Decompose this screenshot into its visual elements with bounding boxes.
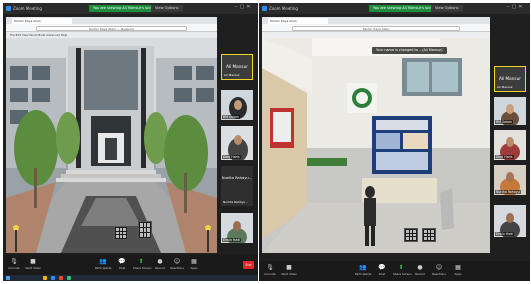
video-camera-icon: ■ (30, 258, 36, 265)
video-camera-icon: ■ (286, 264, 292, 271)
participants-button[interactable]: 👥 Participants (355, 264, 371, 276)
window-controls[interactable]: –▢✕ (235, 4, 252, 10)
video-button[interactable]: ■ Start Video (25, 258, 41, 270)
address-field[interactable]: Kantor Kaya Alam (292, 25, 460, 31)
address-field[interactable]: Kantor Kaya Alam — Jayapura (36, 25, 187, 31)
qr-marker (114, 226, 128, 240)
app-taskbar-icon[interactable] (67, 276, 71, 280)
record-icon: ● (157, 258, 163, 265)
chat-button[interactable]: 💬 Chat (374, 264, 390, 276)
title-bar: Zoom Meeting You are viewing Ali Mansur'… (259, 3, 530, 14)
participant-tile[interactable]: Erwin Hadi (494, 205, 526, 237)
name-change-notice: Your name is changed to ...(Ali Mansur) (372, 47, 447, 54)
zoom-app-icon (6, 6, 11, 11)
participant-tile[interactable]: Nurlita Rahayu... Nurlita Rahayu... (221, 166, 253, 206)
share-screen-button[interactable]: ⬆ Share Screen (393, 264, 412, 276)
share-screen-icon: ⬆ (398, 264, 404, 271)
microphone-icon: 🎙 (266, 264, 274, 271)
chat-button[interactable]: 💬 Chat (114, 258, 130, 270)
smile-icon: ☺ (173, 258, 181, 265)
participant-tile[interactable]: RM Salam (221, 90, 253, 120)
zoom-window-right: Zoom Meeting You are viewing Ali Mansur'… (259, 3, 530, 281)
zoom-taskbar-icon[interactable] (51, 276, 55, 280)
share-screen-icon: ⬆ (138, 258, 144, 265)
interior-gallery-render (262, 38, 490, 253)
record-icon: ● (417, 264, 423, 271)
qr-marker (422, 228, 436, 242)
window-title: Zoom Meeting (269, 6, 298, 11)
view-options-button[interactable]: View Options (431, 5, 463, 12)
video-button[interactable]: ■ Start Video (281, 264, 297, 276)
reactions-button[interactable]: ☺ Reactions (169, 258, 185, 270)
virtual-world-scene[interactable] (6, 38, 217, 253)
record-button[interactable]: ● Record (152, 258, 168, 270)
browser-address-bar: Kantor Kaya Alam (262, 24, 490, 32)
apps-grid-icon: ▦ (455, 264, 461, 271)
zoom-window-left: Zoom Meeting You are viewing Ali Mansur'… (3, 3, 258, 281)
people-icon: 👥 (99, 258, 107, 265)
participant-tile[interactable]: Ali Mansur Ali Mansur (221, 54, 253, 80)
meeting-toolbar: 🎙 Unmute ■ Start Video 👥 Participants 💬 … (3, 255, 258, 275)
participant-tile[interactable]: RM Salam (494, 97, 526, 125)
participant-tile[interactable]: Nurlita Rahayu (494, 165, 526, 195)
windows-start-icon[interactable] (6, 276, 10, 280)
browser-address-bar: Kantor Kaya Alam — Jayapura (6, 24, 217, 32)
view-options-button[interactable]: View Options (151, 5, 183, 12)
participant-tile[interactable]: Ali Mansur Ali Mansur (494, 66, 526, 92)
apps-button[interactable]: ▦ Apps (186, 258, 202, 270)
microphone-icon: 🎙 (10, 258, 18, 265)
participants-button[interactable]: 👥 Participants (95, 258, 111, 270)
virtual-world-scene[interactable] (262, 38, 490, 253)
reactions-button[interactable]: ☺ Reactions (431, 264, 447, 276)
zoom-app-icon (262, 6, 267, 11)
end-meeting-button[interactable]: End (243, 261, 254, 269)
shared-screen[interactable]: Kantor Kaya Alam Kantor Kaya Alam — Jaya… (6, 17, 217, 253)
participant-tile[interactable]: Dodi Haris (494, 130, 526, 160)
qr-marker (138, 221, 152, 239)
apps-button[interactable]: ▦ Apps (450, 264, 466, 276)
window-title: Zoom Meeting (13, 6, 42, 11)
share-screen-button[interactable]: ⬆ Share Screen (133, 258, 152, 270)
browser-tab-strip: Kantor Kaya Alam (262, 17, 490, 24)
qr-marker (404, 228, 418, 242)
participant-tile[interactable]: Dodi Haris (221, 126, 253, 160)
windows-taskbar (3, 275, 258, 281)
browser-tab-strip: Kantor Kaya Alam (6, 17, 217, 24)
participant-tile[interactable]: Erwin Hadi (221, 213, 253, 243)
chat-bubble-icon: 💬 (118, 258, 126, 265)
building-plaza-render (6, 38, 217, 253)
mute-button[interactable]: 🎙 Unmute (6, 258, 22, 270)
people-icon: 👥 (359, 264, 367, 271)
file-explorer-icon[interactable] (43, 276, 47, 280)
title-bar: Zoom Meeting You are viewing Ali Mansur'… (3, 3, 258, 14)
apps-grid-icon: ▦ (191, 258, 197, 265)
mute-button[interactable]: 🎙 Unmute (262, 264, 278, 276)
window-controls[interactable]: –▢✕ (507, 4, 524, 10)
smile-icon: ☺ (435, 264, 443, 271)
chat-bubble-icon: 💬 (378, 264, 386, 271)
shared-screen[interactable]: Kantor Kaya Alam Kantor Kaya Alam Your n… (262, 17, 490, 253)
meeting-toolbar: 🎙 Unmute ■ Start Video 👥 Participants 💬 … (259, 261, 530, 281)
browser-taskbar-icon[interactable] (59, 276, 63, 280)
record-button[interactable]: ● Record (412, 264, 428, 276)
